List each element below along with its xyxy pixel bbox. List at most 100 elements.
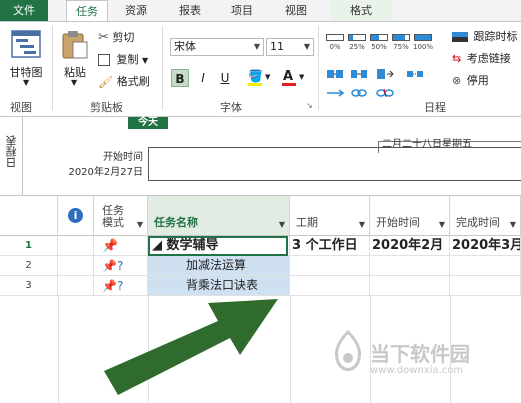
- duration-cell[interactable]: [290, 256, 370, 276]
- task-name-cell[interactable]: 加减法运算: [148, 256, 290, 276]
- manual-pin-icon: 📌?: [102, 259, 124, 273]
- split-icon: [407, 71, 423, 77]
- gantt-chart-button[interactable]: 甘特图 ▼: [6, 28, 46, 88]
- inactivate-button[interactable]: ⊗ 停用: [452, 72, 489, 90]
- percent-complete-25-button[interactable]: 25%: [346, 30, 368, 60]
- tab-task[interactable]: 任务: [66, 0, 108, 21]
- font-name-value: 宋体: [174, 40, 196, 53]
- outdent-button[interactable]: [326, 68, 346, 82]
- info-cell[interactable]: [58, 256, 94, 276]
- font-size-value: 11: [270, 40, 284, 53]
- select-all-corner[interactable]: [0, 196, 58, 236]
- indent-button[interactable]: [350, 68, 370, 82]
- task-mode-cell[interactable]: 📌?: [94, 256, 148, 276]
- chevron-down-icon: ▼: [253, 42, 260, 51]
- italic-button[interactable]: I: [194, 69, 212, 87]
- percent-complete-75-button[interactable]: 75%: [390, 30, 412, 60]
- format-painter-button[interactable]: 🖌 格式刷: [98, 73, 150, 91]
- percent-complete-0-button[interactable]: 0%: [324, 30, 346, 60]
- underline-button[interactable]: U: [216, 69, 234, 87]
- header-task-mode[interactable]: 任务 模式 ▼: [94, 196, 148, 236]
- start-cell[interactable]: [370, 256, 450, 276]
- chevron-down-icon: ▼: [136, 220, 143, 229]
- finish-cell[interactable]: 2020年3月: [450, 236, 521, 256]
- watermark-url: www.downxia.com: [370, 365, 464, 376]
- font-name-select[interactable]: 宋体 ▼: [170, 38, 264, 56]
- move-button[interactable]: [376, 68, 396, 82]
- task-mode-cell[interactable]: 📌: [94, 236, 148, 256]
- table-row[interactable]: 2 📌? 加减法运算: [0, 256, 521, 276]
- timeline-start-label: 开始时间: [103, 152, 143, 163]
- header-info[interactable]: i: [58, 196, 94, 236]
- clipboard-icon: [62, 31, 88, 59]
- tab-format[interactable]: 格式: [330, 0, 392, 21]
- info-cell[interactable]: [58, 276, 94, 296]
- track-scale-button[interactable]: 跟踪时标: [452, 28, 518, 46]
- inactivate-label: 停用: [466, 74, 489, 87]
- task-name-cell[interactable]: ◢ 数学辅导: [148, 236, 290, 256]
- tab-report[interactable]: 报表: [170, 0, 210, 21]
- track-icon: [452, 32, 468, 42]
- paste-button[interactable]: 粘贴 ▼: [58, 28, 92, 88]
- annotation-arrow-icon: [104, 299, 278, 395]
- info-cell[interactable]: [58, 236, 94, 256]
- header-start[interactable]: 开始时间 ▼: [370, 196, 450, 236]
- timeline-bar[interactable]: [148, 147, 521, 181]
- respect-links-button[interactable]: ⇆ 考虑链接: [452, 50, 511, 68]
- font-size-select[interactable]: 11 ▼: [266, 38, 314, 56]
- unlink-tasks-button[interactable]: [376, 88, 396, 100]
- dialog-launcher-icon[interactable]: ↘: [306, 101, 313, 110]
- finish-cell[interactable]: [450, 256, 521, 276]
- info-icon: i: [68, 208, 83, 223]
- percent-bar-icon: [414, 34, 432, 41]
- duration-cell[interactable]: [290, 276, 370, 296]
- link-tasks-button[interactable]: [350, 88, 370, 100]
- percent-bar-icon: [392, 34, 410, 41]
- font-color-button[interactable]: A ▼: [280, 69, 308, 87]
- tab-resource[interactable]: 资源: [116, 0, 156, 21]
- row-number[interactable]: 3: [0, 276, 58, 296]
- split-task-button[interactable]: [406, 68, 426, 82]
- percent-bar-icon: [370, 34, 388, 41]
- mark-on-track-button[interactable]: [326, 88, 346, 100]
- chevron-down-icon: ▼: [265, 73, 271, 81]
- percent-complete-50-button[interactable]: 50%: [368, 30, 390, 60]
- chevron-down-icon: ▼: [509, 220, 516, 229]
- percent-label: 75%: [393, 43, 409, 51]
- header-duration[interactable]: 工期 ▼: [290, 196, 370, 236]
- row-number[interactable]: 1: [0, 236, 58, 256]
- copy-button[interactable]: 复制 ▼: [98, 51, 148, 69]
- paintbrush-icon: 🖌: [98, 75, 114, 89]
- link-icon: [351, 89, 367, 97]
- timeline-start-date: 2020年2月27日: [68, 167, 143, 178]
- tab-project[interactable]: 项目: [222, 0, 262, 21]
- respect-links-icon: ⇆: [452, 52, 462, 65]
- cut-label: 剪切: [112, 31, 135, 44]
- cut-button[interactable]: ✂ 剪切: [98, 29, 134, 47]
- bold-button[interactable]: B: [171, 69, 189, 87]
- header-finish[interactable]: 完成时间 ▼: [450, 196, 521, 236]
- scissors-icon: ✂: [98, 30, 109, 45]
- percent-label: 50%: [371, 43, 387, 51]
- header-task-name[interactable]: 任务名称 ▼: [148, 196, 290, 236]
- group-divider: [162, 26, 163, 110]
- percent-complete-100-button[interactable]: 100%: [412, 30, 434, 60]
- percent-bar-icon: [326, 34, 344, 41]
- duration-cell[interactable]: 3 个工作日: [290, 236, 370, 256]
- chevron-down-icon: ▼: [303, 42, 310, 51]
- start-cell[interactable]: [370, 276, 450, 296]
- chevron-down-icon: ▼: [23, 78, 30, 87]
- track-label: 跟踪时标: [473, 30, 518, 43]
- highlight-color-button[interactable]: 🪣 ▼: [246, 69, 274, 87]
- finish-cell[interactable]: [450, 276, 521, 296]
- header-finish-label: 完成时间: [456, 216, 500, 229]
- tab-view[interactable]: 视图: [276, 0, 316, 21]
- tab-file[interactable]: 文件: [0, 0, 48, 21]
- row-number[interactable]: 2: [0, 256, 58, 276]
- percent-bar-icon: [348, 34, 366, 41]
- start-cell[interactable]: 2020年2月: [370, 236, 450, 256]
- timeline-side-label: 日程表: [0, 117, 23, 195]
- table-row[interactable]: 1 📌 ◢ 数学辅导 3 个工作日 2020年2月 2020年3月: [0, 236, 521, 256]
- chevron-down-icon: ▼: [358, 220, 365, 229]
- today-marker: 今天: [128, 117, 168, 129]
